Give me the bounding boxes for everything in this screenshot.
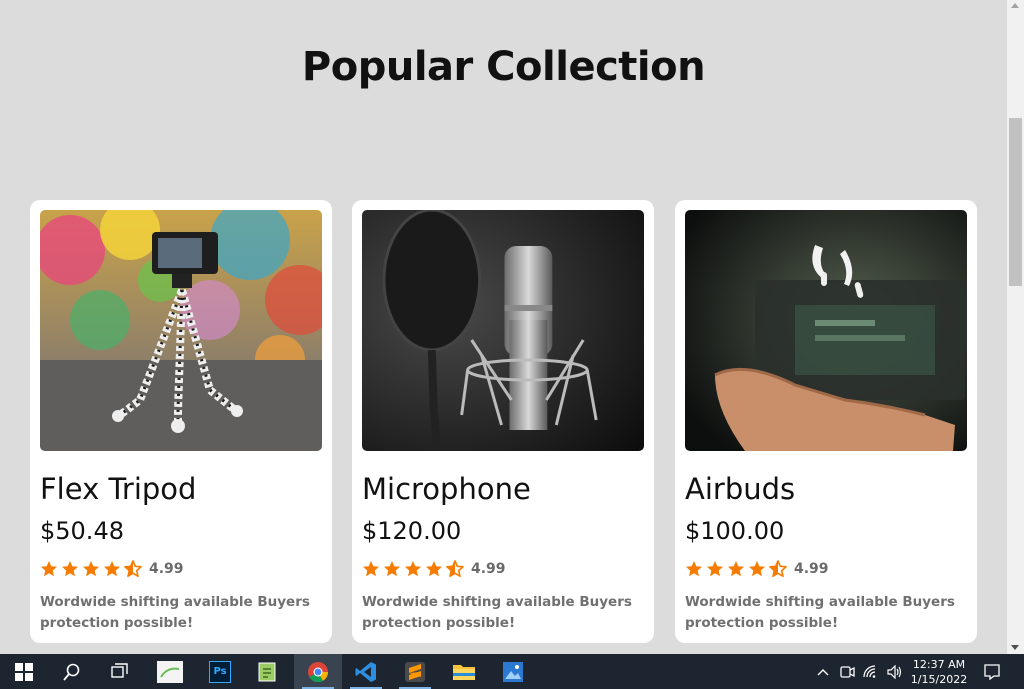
star-full-icon <box>82 560 100 578</box>
product-image[interactable] <box>362 210 644 451</box>
star-full-icon <box>383 560 401 578</box>
star-full-icon <box>748 560 766 578</box>
app-thumbnail-icon[interactable] <box>146 654 194 689</box>
product-name: Microphone <box>362 472 531 506</box>
rating-stars <box>362 560 464 578</box>
rating-stars <box>40 560 142 578</box>
scroll-up-icon[interactable] <box>1011 3 1019 8</box>
star-full-icon <box>685 560 703 578</box>
photoshop-icon[interactable]: Ps <box>196 654 244 689</box>
chrome-icon[interactable] <box>294 654 342 689</box>
scrollbar-thumb[interactable] <box>1009 118 1022 286</box>
sublime-icon[interactable] <box>391 654 439 689</box>
page-title: Popular Collection <box>301 44 706 90</box>
notification-icon[interactable] <box>978 654 1006 689</box>
product-description: Wordwide shifting available Buyers prote… <box>40 594 310 631</box>
rating-stars <box>685 560 787 578</box>
rating-value: 4.99 <box>149 561 184 577</box>
product-price: $50.48 <box>40 517 124 545</box>
product-image[interactable] <box>685 210 967 451</box>
windows-taskbar: Ps 12:37 AM 1/15/2022 <box>0 654 1024 689</box>
clock-date: 1/15/2022 <box>910 673 968 686</box>
star-full-icon <box>362 560 380 578</box>
rating-value: 4.99 <box>471 561 506 577</box>
start-icon[interactable] <box>0 654 48 689</box>
star-full-icon <box>61 560 79 578</box>
vscode-icon[interactable] <box>342 654 390 689</box>
photoshop-label: Ps <box>209 660 231 683</box>
star-full-icon <box>404 560 422 578</box>
star-half-icon <box>124 560 142 578</box>
scroll-down-icon[interactable] <box>1011 645 1019 650</box>
product-price: $100.00 <box>685 517 785 545</box>
product-price: $120.00 <box>362 517 462 545</box>
vertical-scrollbar[interactable] <box>1007 0 1024 654</box>
rating-value: 4.99 <box>794 561 829 577</box>
taskbar-clock[interactable]: 12:37 AM 1/15/2022 <box>906 657 972 687</box>
star-half-icon <box>446 560 464 578</box>
star-half-icon <box>769 560 787 578</box>
star-full-icon <box>425 560 443 578</box>
star-full-icon <box>40 560 58 578</box>
task-view-icon[interactable] <box>96 654 144 689</box>
wifi-icon[interactable] <box>860 654 882 689</box>
notepad-icon[interactable] <box>244 654 292 689</box>
product-description: Wordwide shifting available Buyers prote… <box>685 594 955 631</box>
star-full-icon <box>727 560 745 578</box>
photos-icon[interactable] <box>489 654 537 689</box>
volume-icon[interactable] <box>884 654 906 689</box>
product-rating: 4.99 <box>685 560 829 578</box>
product-rating: 4.99 <box>40 560 184 578</box>
product-card[interactable]: Flex Tripod $50.48 4.99 Wordwide shiftin… <box>30 200 332 643</box>
product-card[interactable]: Microphone $120.00 4.99 Wordwide shiftin… <box>352 200 654 643</box>
star-full-icon <box>103 560 121 578</box>
product-image[interactable] <box>40 210 322 451</box>
product-name: Airbuds <box>685 472 796 506</box>
product-name: Flex Tripod <box>40 472 197 506</box>
search-icon[interactable] <box>48 654 96 689</box>
product-card[interactable]: Airbuds $100.00 4.99 Wordwide shifting a… <box>675 200 977 643</box>
star-full-icon <box>706 560 724 578</box>
page-viewport: Popular Collection Flex Tripod $50.48 4.… <box>0 0 1007 654</box>
product-rating: 4.99 <box>362 560 506 578</box>
chevron-up-icon[interactable] <box>812 654 834 689</box>
file-explorer-icon[interactable] <box>440 654 488 689</box>
meet-now-icon[interactable] <box>836 654 858 689</box>
clock-time: 12:37 AM <box>912 658 966 671</box>
product-description: Wordwide shifting available Buyers prote… <box>362 594 632 631</box>
